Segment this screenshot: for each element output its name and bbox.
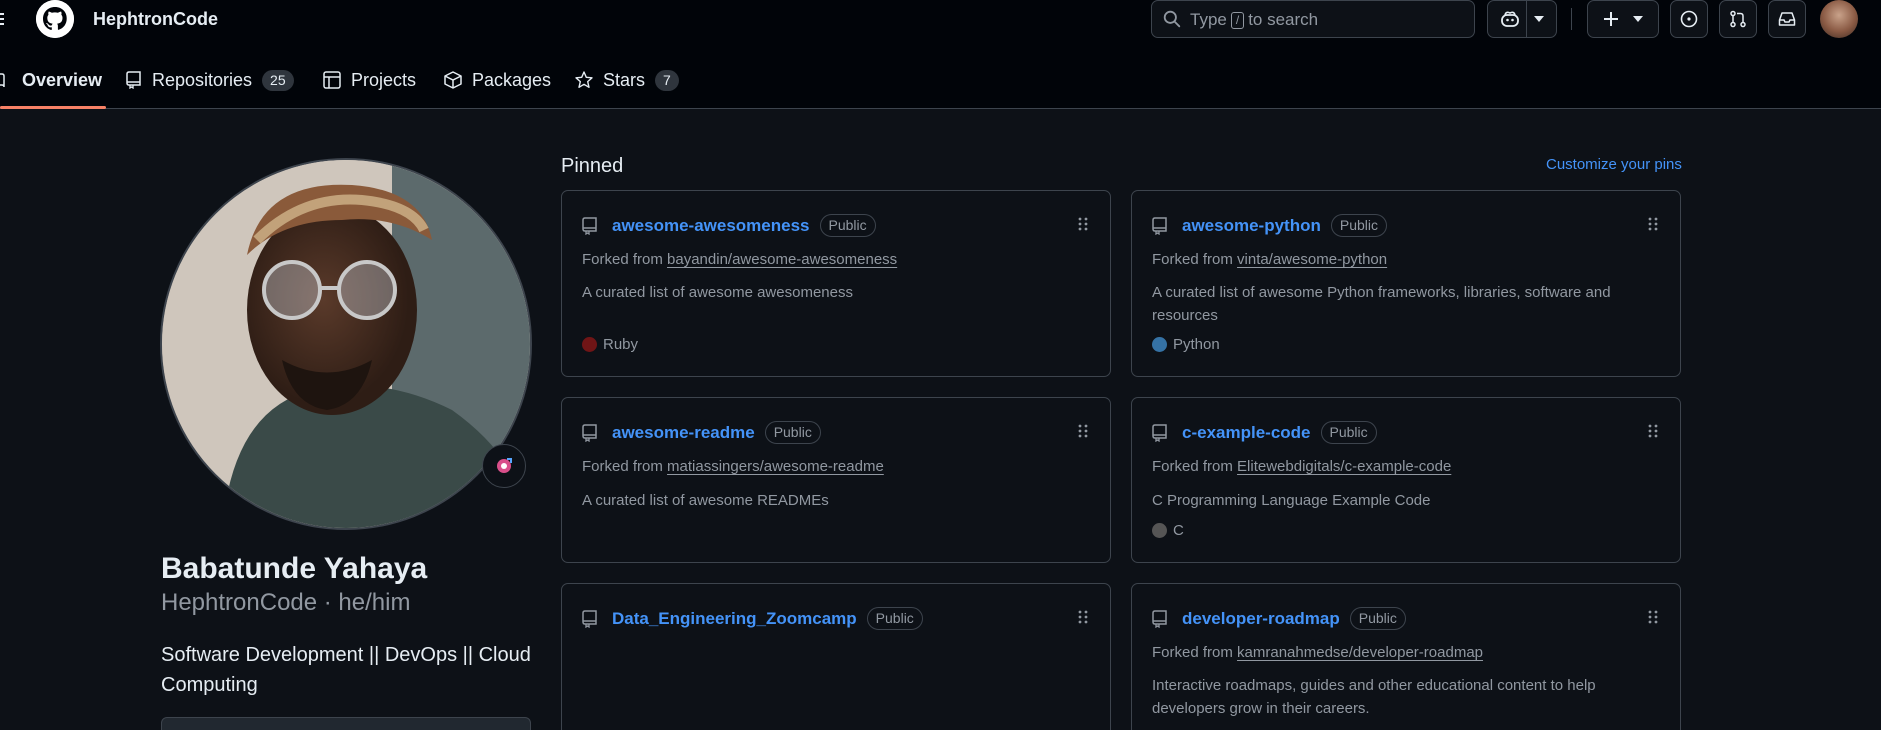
tab-overview[interactable]: Overview	[0, 60, 102, 100]
fork-source-link[interactable]: vinta/awesome-python	[1237, 251, 1387, 268]
inbox-icon	[1778, 12, 1796, 26]
repo-language: C	[1152, 522, 1184, 539]
forked-from: Forked from bayandin/awesome-awesomeness	[582, 251, 898, 268]
repo-icon	[582, 610, 597, 628]
repo-icon	[126, 71, 142, 89]
plus-icon	[1604, 12, 1618, 26]
book-icon	[0, 72, 12, 88]
profile-bio: Software Development || DevOps || Cloud …	[161, 644, 531, 696]
fork-source-link[interactable]: matiassingers/awesome-readme	[667, 458, 884, 475]
create-new-button[interactable]	[1587, 0, 1659, 38]
visibility-badge: Public	[1320, 421, 1377, 444]
repo-description: A curated list of awesome awesomeness	[582, 284, 853, 301]
issue-opened-icon	[1680, 10, 1698, 28]
grabber-icon[interactable]	[1648, 217, 1658, 231]
repo-icon	[582, 424, 597, 442]
repo-link[interactable]: Data_Engineering_Zoomcamp Public	[612, 607, 923, 630]
active-tab-indicator	[0, 106, 106, 109]
copilot-icon	[1501, 11, 1519, 27]
search-icon	[1163, 10, 1181, 28]
pinned-card: awesome-python Public Forked from vinta/a…	[1131, 190, 1681, 377]
github-logo-icon[interactable]	[36, 0, 74, 38]
star-icon	[575, 71, 593, 89]
header-divider	[1571, 8, 1572, 30]
repo-link[interactable]: developer-roadmap Public	[1182, 607, 1406, 630]
visibility-badge: Public	[866, 607, 923, 630]
tab-packages[interactable]: Packages	[444, 60, 551, 100]
grabber-icon[interactable]	[1648, 610, 1658, 624]
header-username[interactable]: HephtronCode	[93, 9, 218, 30]
customize-pins-link[interactable]: Customize your pins	[1546, 156, 1682, 173]
search-shortcut-key: /	[1230, 12, 1245, 29]
language-color-dot	[582, 337, 597, 352]
smiley-icon	[497, 458, 512, 473]
tab-projects[interactable]: Projects	[323, 60, 416, 100]
forked-from: Forked from Elitewebdigitals/c-example-c…	[1152, 458, 1452, 475]
repo-link[interactable]: awesome-readme Public	[612, 421, 821, 444]
forked-from: Forked from matiassingers/awesome-readme	[582, 458, 884, 475]
search-placeholder: Type / to search	[1190, 10, 1319, 29]
pinned-card: Data_Engineering_Zoomcamp Public	[561, 583, 1111, 730]
repositories-count: 25	[262, 69, 294, 91]
language-color-dot	[1152, 337, 1167, 352]
table-icon	[323, 71, 341, 89]
pinned-card: c-example-code Public Forked from Elitewe…	[1131, 397, 1681, 563]
set-status-button[interactable]	[482, 444, 526, 488]
user-avatar[interactable]	[1820, 0, 1858, 38]
repo-description: A curated list of awesome Python framewo…	[1152, 284, 1611, 324]
git-pull-request-icon	[1730, 10, 1746, 28]
search-input[interactable]: Type / to search	[1151, 0, 1475, 38]
tab-repositories[interactable]: Repositories 25	[126, 60, 294, 100]
pinned-card: awesome-awesomeness Public Forked from ba…	[561, 190, 1111, 377]
grabber-icon[interactable]	[1078, 217, 1088, 231]
repo-language: Ruby	[582, 336, 638, 353]
pull-requests-button[interactable]	[1719, 0, 1757, 38]
grabber-icon[interactable]	[1078, 424, 1088, 438]
repo-language: Python	[1152, 336, 1220, 353]
pinned-card: developer-roadmap Public Forked from kamr…	[1131, 583, 1681, 730]
chevron-down-icon[interactable]	[1534, 16, 1544, 22]
visibility-badge: Public	[1349, 607, 1406, 630]
issues-button[interactable]	[1670, 0, 1708, 38]
forked-from: Forked from vinta/awesome-python	[1152, 251, 1388, 268]
package-icon	[444, 71, 462, 89]
grabber-icon[interactable]	[1078, 610, 1088, 624]
grabber-icon[interactable]	[1648, 424, 1658, 438]
inbox-button[interactable]	[1768, 0, 1806, 38]
profile-handle: HephtronCode · he/him	[161, 589, 411, 616]
profile-tabs: Overview Repositories 25 Projects Packag…	[0, 40, 1881, 109]
menu-icon[interactable]	[0, 10, 10, 30]
repo-icon	[1152, 424, 1167, 442]
repo-description: A curated list of awesome READMEs	[582, 492, 829, 509]
edit-profile-button[interactable]	[161, 717, 531, 730]
repo-link[interactable]: awesome-python Public	[1182, 214, 1387, 237]
chevron-down-icon	[1633, 16, 1643, 22]
top-header: HephtronCode Type / to search	[0, 0, 1881, 40]
copilot-button[interactable]	[1487, 0, 1557, 38]
pinned-heading: Pinned	[561, 155, 624, 177]
fork-source-link[interactable]: Elitewebdigitals/c-example-code	[1237, 458, 1451, 475]
repo-icon	[1152, 610, 1167, 628]
visibility-badge: Public	[764, 421, 821, 444]
repo-link[interactable]: c-example-code Public	[1182, 421, 1377, 444]
repo-link[interactable]: awesome-awesomeness Public	[612, 214, 876, 237]
repo-icon	[1152, 217, 1167, 235]
repo-description: Interactive roadmaps, guides and other e…	[1152, 677, 1596, 717]
stars-count: 7	[655, 69, 679, 91]
visibility-badge: Public	[819, 214, 876, 237]
profile-avatar[interactable]	[160, 158, 532, 530]
repo-icon	[582, 217, 597, 235]
fork-source-link[interactable]: kamranahmedse/developer-roadmap	[1237, 644, 1483, 661]
profile-full-name: Babatunde Yahaya	[161, 552, 428, 585]
visibility-badge: Public	[1330, 214, 1387, 237]
forked-from: Forked from kamranahmedse/developer-road…	[1152, 644, 1484, 661]
repo-description: C Programming Language Example Code	[1152, 492, 1431, 509]
fork-source-link[interactable]: bayandin/awesome-awesomeness	[667, 251, 897, 268]
pinned-card: awesome-readme Public Forked from matiass…	[561, 397, 1111, 563]
tab-stars[interactable]: Stars 7	[575, 60, 679, 100]
language-color-dot	[1152, 523, 1167, 538]
